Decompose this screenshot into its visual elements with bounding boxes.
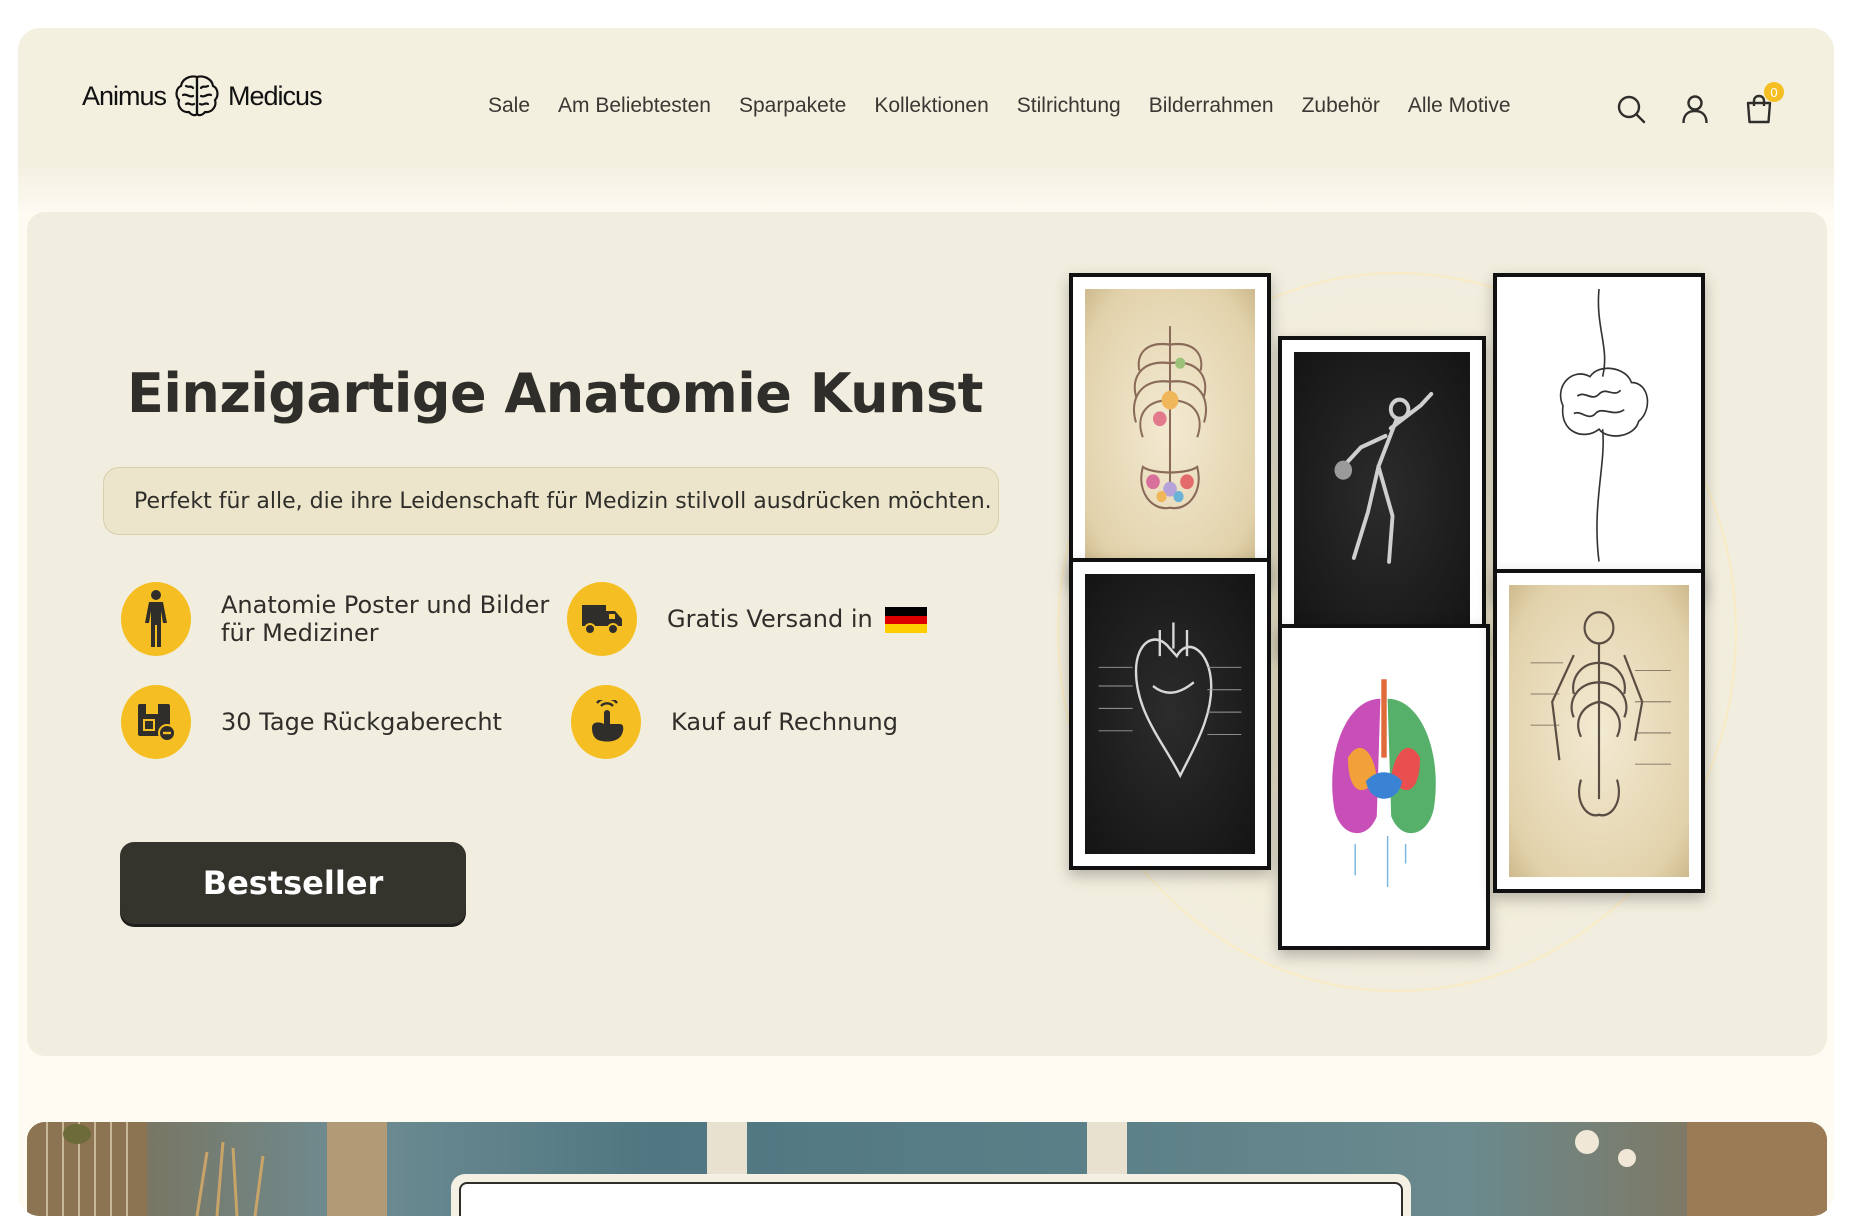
user-icon[interactable]: [1680, 94, 1710, 124]
hero-title: Einzigartige Anatomie Kunst: [127, 362, 983, 425]
site-logo[interactable]: Animus Medicus: [82, 68, 323, 124]
poster-handball-players-anatomy[interactable]: [1278, 336, 1486, 654]
delivery-truck-icon: [582, 605, 622, 635]
ribcage-flowers-illustration: [1133, 326, 1207, 510]
nav-item-sale[interactable]: Sale: [488, 94, 530, 118]
banner-card: [451, 1174, 1411, 1216]
feature-invoice: Kauf auf Rechnung: [571, 685, 898, 759]
feature-label-posters: Anatomie Poster und Bilder für Mediziner: [221, 591, 550, 647]
poster-floral-thorax[interactable]: [1069, 273, 1271, 583]
nav-item-kollektionen[interactable]: Kollektionen: [874, 94, 988, 118]
germany-flag-icon: [884, 607, 927, 633]
feature-label-returns: 30 Tage Rückgaberecht: [221, 708, 502, 736]
heart-illustration: [1098, 622, 1242, 779]
human-body-icon: [145, 590, 167, 647]
feature-shipping: Gratis Versand in: [567, 582, 927, 656]
nav-item-stilrichtung[interactable]: Stilrichtung: [1017, 94, 1121, 118]
cart-count-badge: 0: [1764, 82, 1784, 102]
poster-skeleton-back[interactable]: [1493, 569, 1705, 893]
header-actions: 0: [1616, 82, 1784, 124]
nav-item-alle-motive[interactable]: Alle Motive: [1408, 94, 1511, 118]
feature-shipping-text: Gratis Versand in: [667, 605, 927, 633]
header-fade: [18, 164, 1834, 214]
feature-label-shipping: Gratis Versand in: [667, 605, 873, 633]
poster-art: [1294, 352, 1470, 638]
tap-hand-icon: [592, 700, 624, 742]
feature-badge: [121, 685, 191, 759]
colorful-lungs-illustration: [1332, 679, 1436, 887]
poster-art: [1294, 640, 1474, 934]
nav-item-bilderrahmen[interactable]: Bilderrahmen: [1149, 94, 1274, 118]
poster-human-heart[interactable]: [1069, 558, 1271, 870]
hero-section: Einzigartige Anatomie Kunst Perfekt für …: [27, 212, 1827, 1056]
brain-line-illustration: [1559, 289, 1649, 562]
nav-item-zubehoer[interactable]: Zubehör: [1302, 94, 1380, 118]
poster-rainbow-lungs[interactable]: [1278, 624, 1490, 950]
nav-item-sparpakete[interactable]: Sparpakete: [739, 94, 846, 118]
main-nav: Sale Am Beliebtesten Sparpakete Kollekti…: [488, 94, 1511, 118]
logo-text-left: Animus: [82, 80, 167, 111]
handball-player-illustration: [1334, 391, 1434, 564]
feature-badge: [121, 582, 191, 656]
brain-logo-icon: [175, 75, 219, 117]
hero-subtitle: Perfekt für alle, die ihre Leidenschaft …: [103, 467, 999, 535]
search-icon[interactable]: [1616, 94, 1646, 124]
feature-posters: Anatomie Poster und Bilder für Mediziner: [121, 582, 551, 656]
feature-returns: 30 Tage Rückgaberecht: [121, 685, 502, 759]
poster-art: [1085, 289, 1255, 567]
banner-card-inner: [459, 1182, 1403, 1216]
feature-badge: [571, 685, 641, 759]
logo-text-right: Medicus: [228, 80, 323, 111]
lifestyle-banner: [27, 1122, 1827, 1216]
poster-art: [1509, 289, 1689, 581]
poster-brain-line-art[interactable]: [1493, 273, 1705, 597]
page-frame: Animus Medicus Sale Am Beliebtesten Spar…: [18, 28, 1834, 1216]
cart-button[interactable]: 0: [1744, 82, 1784, 124]
poster-art: [1509, 585, 1689, 877]
feature-label-invoice: Kauf auf Rechnung: [671, 708, 898, 736]
bestseller-button[interactable]: Bestseller: [120, 842, 466, 924]
return-box-icon: [138, 704, 176, 742]
skeleton-back-illustration: [1530, 611, 1671, 817]
nav-item-am-beliebtesten[interactable]: Am Beliebtesten: [558, 94, 711, 118]
feature-badge: [567, 582, 637, 656]
poster-art: [1085, 574, 1255, 854]
site-header: Animus Medicus Sale Am Beliebtesten Spar…: [18, 28, 1834, 164]
